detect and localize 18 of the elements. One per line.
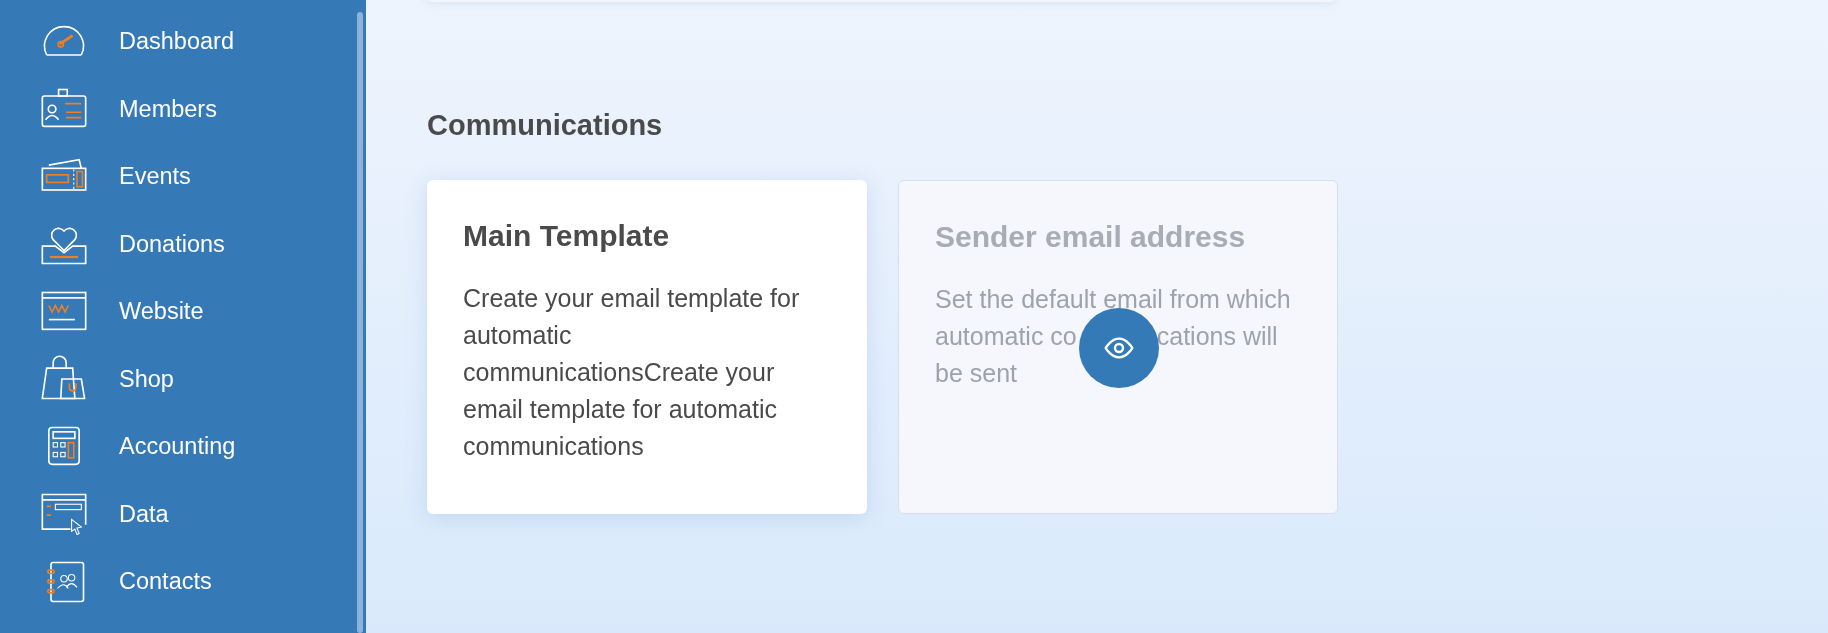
card-description: automatic co [935,320,1077,352]
sidebar-item[interactable]: Donations [0,210,366,278]
card-title: Main Template [463,217,671,254]
card-description: cations will [1156,320,1278,352]
card-description: Create your email template for automatic communicationsCreate your email template for automatic communications [463,282,801,462]
card-title: Sender email address [935,218,1247,255]
sidebar-item[interactable]: Contacts [0,548,366,616]
card-description: be sent [935,357,1017,389]
sidebar-item[interactable]: Website [0,278,366,346]
sidebar-item[interactable]: Accounting [0,413,366,481]
sidebar-item[interactable]: Members [0,75,366,143]
section-title: Communications [427,108,664,143]
card-description: Set the default email from which [935,283,1291,315]
sidebar-item[interactable]: Shop [0,345,366,413]
card-background[interactable]: Main Template Create your email template for automatic communicationsCreate your email template for automatic communications [427,179,867,514]
sidebar-item[interactable]: Events [0,143,366,211]
sidebar-item[interactable]: Dashboard [0,8,366,76]
sidebar-item[interactable]: Data [0,480,366,548]
